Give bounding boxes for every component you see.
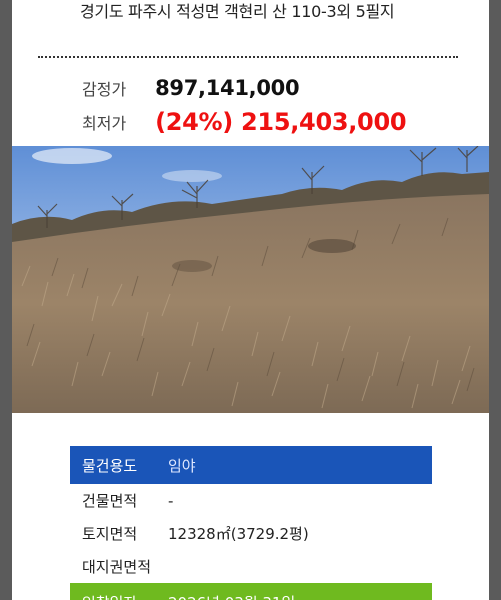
property-address: 경기도 파주시 적성면 객현리 산 110-3외 5필지 <box>80 2 395 21</box>
land-area-value: 12328㎡(3729.2평) <box>168 525 309 543</box>
appraisal-row: 감정가 897,141,000 <box>82 76 300 100</box>
divider <box>38 56 458 58</box>
usage-label: 물건용도 <box>82 456 138 475</box>
property-photo[interactable] <box>12 146 489 413</box>
listing-card[interactable]: 경기도 파주시 적성면 객현리 산 110-3외 5필지 감정가 897,141… <box>12 0 489 600</box>
building-area-label: 건물면적 <box>82 492 138 510</box>
land-right-area-label: 대지권면적 <box>82 558 152 576</box>
land-area-row: 토지면적 12328㎡(3729.2평) <box>70 517 432 550</box>
minimum-price-row: 최저가 (24%) 215,403,000 <box>82 108 407 136</box>
bid-date-value: 2026년 03월 31일 <box>168 592 432 600</box>
appraisal-value: 897,141,000 <box>155 76 300 100</box>
bid-date-row: 입찰일자 2026년 03월 31일 <box>70 583 432 600</box>
minimum-price-value: (24%) 215,403,000 <box>155 108 407 136</box>
building-area-row: 건물면적 - <box>70 484 432 517</box>
bid-date-label: 입찰일자 <box>70 592 168 600</box>
land-area-label: 토지면적 <box>82 525 138 543</box>
usage-row: 물건용도 임야 <box>70 446 432 484</box>
land-right-area-row: 대지권면적 <box>70 550 432 583</box>
building-area-value: - <box>168 491 174 510</box>
minimum-price-label: 최저가 <box>82 114 127 133</box>
appraisal-label: 감정가 <box>82 80 127 99</box>
property-details: 물건용도 임야 건물면적 - 토지면적 12328㎡(3729.2평) 대지권면… <box>70 446 432 600</box>
usage-value: 임야 <box>168 456 196 475</box>
